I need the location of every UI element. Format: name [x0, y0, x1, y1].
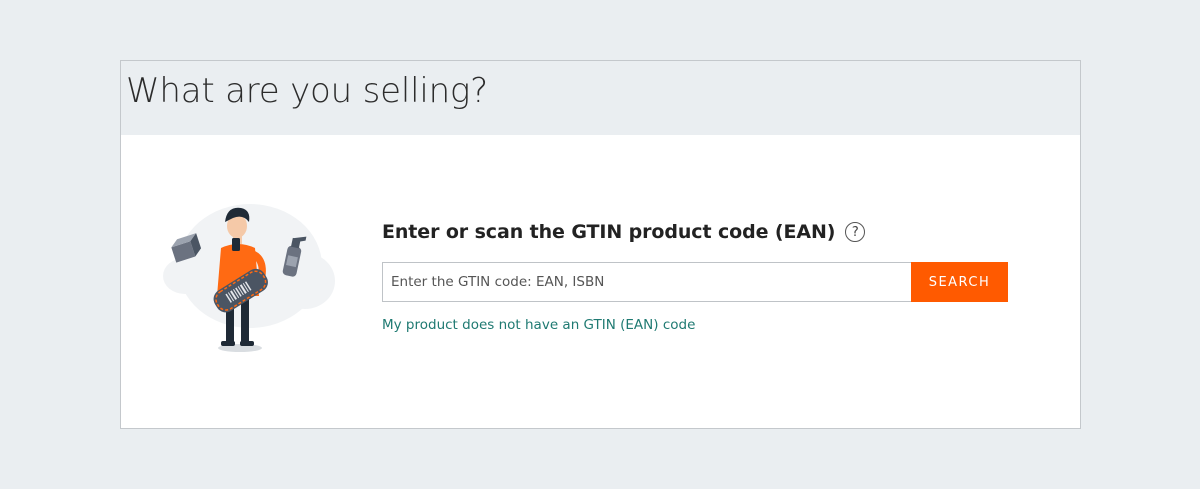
no-gtin-code-link[interactable]: My product does not have an GTIN (EAN) c… [382, 317, 695, 333]
page-title: What are you selling? [126, 71, 488, 111]
person-scanning-barcode-illustration [163, 204, 335, 352]
search-row: SEARCH [382, 262, 1012, 302]
sell-card: What are you selling? Enter or scan the … [120, 60, 1081, 429]
gtin-search-block: Enter or scan the GTIN product code (EAN… [382, 216, 1012, 333]
gtin-input[interactable] [382, 262, 911, 302]
search-button[interactable]: SEARCH [911, 262, 1008, 302]
question-circle-icon[interactable]: ? [845, 222, 866, 242]
gtin-heading: Enter or scan the GTIN product code (EAN… [382, 221, 836, 243]
gtin-heading-row: Enter or scan the GTIN product code (EAN… [382, 216, 1012, 248]
card-header: What are you selling? [121, 61, 1080, 135]
